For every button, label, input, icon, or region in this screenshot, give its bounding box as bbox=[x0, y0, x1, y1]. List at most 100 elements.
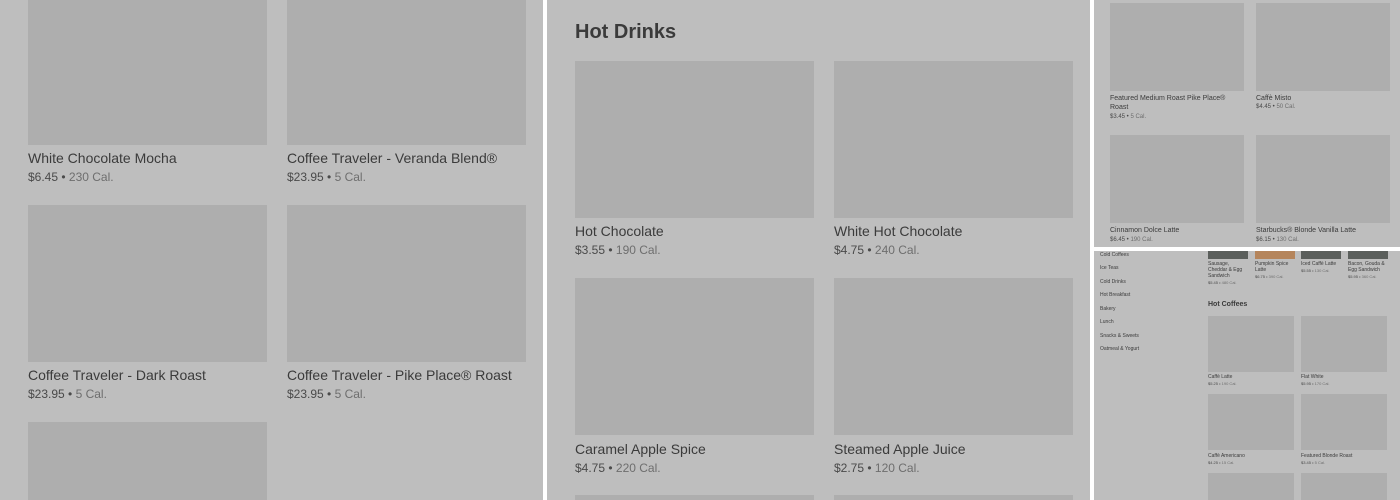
product-meta: $23.95 • 5 Cal. bbox=[287, 170, 366, 184]
product-calories: 5 Cal. bbox=[1130, 114, 1147, 120]
product-name[interactable]: Caffè Latte bbox=[1208, 374, 1294, 380]
product-image-dark-roast[interactable] bbox=[28, 205, 267, 362]
section-title: Hot Coffees bbox=[1208, 301, 1248, 308]
product-meta: $5.55 • 130 Cal. bbox=[1301, 268, 1330, 273]
product-price: $23.95 bbox=[287, 387, 324, 401]
product-price: $5.95 bbox=[1348, 274, 1359, 279]
product-meta: $5.95 • 170 Cal. bbox=[1301, 381, 1330, 386]
product-price: $6.45 bbox=[1110, 237, 1126, 243]
product-calories: 170 Cal. bbox=[1314, 381, 1330, 386]
nav-item-bakery[interactable]: Bakery bbox=[1100, 306, 1116, 312]
nav-item-lunch[interactable]: Lunch bbox=[1100, 319, 1114, 325]
product-meta: $23.95 • 5 Cal. bbox=[287, 387, 366, 401]
product-meta: $6.75 • 390 Cal. bbox=[1255, 274, 1284, 279]
product-price: $6.75 bbox=[1255, 274, 1266, 279]
product-name[interactable]: Sausage, Cheddar & Egg Sandwich bbox=[1208, 261, 1248, 279]
product-name[interactable]: Caffè Misto bbox=[1256, 94, 1390, 103]
product-name[interactable]: Coffee Traveler - Pike Place® Roast bbox=[287, 367, 512, 383]
product-meta: $3.55 • 190 Cal. bbox=[575, 243, 661, 257]
product-calories: 120 Cal. bbox=[874, 461, 920, 475]
product-image-pumpkin-spice-latte[interactable] bbox=[1255, 251, 1295, 259]
product-meta: $2.75 • 120 Cal. bbox=[834, 461, 920, 475]
product-price: $6.45 bbox=[28, 170, 59, 184]
nav-item-cold-drinks[interactable]: Cold Drinks bbox=[1100, 279, 1126, 285]
product-calories: 190 Cal. bbox=[615, 243, 661, 257]
product-name[interactable]: Featured Blonde Roast bbox=[1301, 453, 1387, 459]
product-meta: $4.45 • 50 Cal. bbox=[1256, 104, 1296, 110]
product-image-partial[interactable] bbox=[28, 422, 267, 500]
menu-panel-bottom-right: Cold Coffees Ice Teas Cold Drinks Hot Br… bbox=[1094, 251, 1400, 500]
product-meta: $5.25 • 190 Cal. bbox=[1208, 381, 1237, 386]
product-name[interactable]: Pumpkin Spice Latte bbox=[1255, 261, 1295, 273]
product-meta: $6.45 • 190 Cal. bbox=[1110, 237, 1153, 243]
product-name[interactable]: Hot Chocolate bbox=[575, 223, 664, 239]
product-name[interactable]: Caramel Apple Spice bbox=[575, 441, 706, 457]
product-price: $4.75 bbox=[834, 243, 865, 257]
nav-item-hot-breakfast[interactable]: Hot Breakfast bbox=[1100, 292, 1130, 298]
product-name[interactable]: Steamed Apple Juice bbox=[834, 441, 966, 457]
product-name[interactable]: White Chocolate Mocha bbox=[28, 150, 177, 166]
product-calories: 15 Cal. bbox=[1221, 460, 1235, 465]
product-calories: 5 Cal. bbox=[334, 170, 366, 184]
product-image-cinnamon-dolce-latte[interactable] bbox=[1110, 135, 1244, 223]
product-name[interactable]: White Hot Chocolate bbox=[834, 223, 962, 239]
section-title: Hot Drinks bbox=[575, 21, 677, 43]
product-image-pike-place-roast[interactable] bbox=[287, 205, 526, 362]
product-image-partial[interactable] bbox=[1208, 473, 1294, 500]
product-image-partial[interactable] bbox=[834, 495, 1073, 500]
product-meta: $4.25 • 15 Cal. bbox=[1208, 460, 1235, 465]
product-name[interactable]: Cinnamon Dolce Latte bbox=[1110, 226, 1244, 235]
product-calories: 390 Cal. bbox=[1268, 274, 1284, 279]
product-price: $5.95 bbox=[1301, 381, 1312, 386]
product-price: $3.45 bbox=[1110, 114, 1126, 120]
product-calories: 190 Cal. bbox=[1130, 237, 1153, 243]
product-image-caffe-americano[interactable] bbox=[1208, 394, 1294, 450]
product-price: $5.45 bbox=[1208, 280, 1219, 285]
nav-item-cold-coffees[interactable]: Cold Coffees bbox=[1100, 252, 1129, 258]
product-image-iced-caffe-latte[interactable] bbox=[1301, 251, 1341, 259]
product-calories: 480 Cal. bbox=[1221, 280, 1237, 285]
menu-panel-top-right: Featured Medium Roast Pike Place® Roast … bbox=[1094, 0, 1400, 247]
product-calories: 360 Cal. bbox=[1361, 274, 1377, 279]
product-image-sausage-sandwich[interactable] bbox=[1208, 251, 1248, 259]
product-image-caffe-latte[interactable] bbox=[1208, 316, 1294, 372]
product-name[interactable]: Iced Caffè Latte bbox=[1301, 261, 1341, 267]
product-image-caffe-misto[interactable] bbox=[1256, 3, 1390, 91]
product-meta: $3.45 • 5 Cal. bbox=[1110, 114, 1147, 120]
product-image-white-chocolate-mocha[interactable] bbox=[28, 0, 267, 145]
product-image-pike-place[interactable] bbox=[1110, 3, 1244, 91]
product-name[interactable]: Starbucks® Blonde Vanilla Latte bbox=[1256, 226, 1390, 235]
product-name[interactable]: Coffee Traveler - Dark Roast bbox=[28, 367, 206, 383]
product-calories: 5 Cal. bbox=[1314, 460, 1326, 465]
product-image-featured-blonde-roast[interactable] bbox=[1301, 394, 1387, 450]
product-name[interactable]: Featured Medium Roast Pike Place® Roast bbox=[1110, 94, 1244, 112]
product-image-blonde-vanilla-latte[interactable] bbox=[1256, 135, 1390, 223]
product-meta: $5.95 • 360 Cal. bbox=[1348, 274, 1377, 279]
product-meta: $5.45 • 480 Cal. bbox=[1208, 280, 1237, 285]
product-name[interactable]: Bacon, Gouda & Egg Sandwich bbox=[1348, 261, 1388, 273]
product-meta: $4.75 • 220 Cal. bbox=[575, 461, 661, 475]
nav-item-oatmeal-yogurt[interactable]: Oatmeal & Yogurt bbox=[1100, 346, 1139, 352]
product-name[interactable]: Coffee Traveler - Veranda Blend® bbox=[287, 150, 497, 166]
product-image-partial[interactable] bbox=[1301, 473, 1387, 500]
nav-item-snacks-sweets[interactable]: Snacks & Sweets bbox=[1100, 333, 1139, 339]
product-price: $6.15 bbox=[1256, 237, 1272, 243]
product-calories: 5 Cal. bbox=[75, 387, 107, 401]
product-image-hot-chocolate[interactable] bbox=[575, 61, 814, 218]
product-name[interactable]: Caffè Americano bbox=[1208, 453, 1294, 459]
product-image-partial[interactable] bbox=[575, 495, 814, 500]
product-image-white-hot-chocolate[interactable] bbox=[834, 61, 1073, 218]
product-price: $4.45 bbox=[1256, 104, 1272, 110]
menu-panel-middle: Hot Drinks Hot Chocolate $3.55 • 190 Cal… bbox=[547, 0, 1090, 500]
product-image-flat-white[interactable] bbox=[1301, 316, 1387, 372]
product-image-bacon-gouda-sandwich[interactable] bbox=[1348, 251, 1388, 259]
product-image-veranda-blend[interactable] bbox=[287, 0, 526, 145]
product-meta: $3.45 • 5 Cal. bbox=[1301, 460, 1326, 465]
nav-item-ice-teas[interactable]: Ice Teas bbox=[1100, 265, 1119, 271]
product-image-steamed-apple-juice[interactable] bbox=[834, 278, 1073, 435]
product-calories: 5 Cal. bbox=[334, 387, 366, 401]
product-image-caramel-apple-spice[interactable] bbox=[575, 278, 814, 435]
product-price: $5.25 bbox=[1208, 381, 1219, 386]
product-name[interactable]: Flat White bbox=[1301, 374, 1387, 380]
product-price: $4.75 bbox=[575, 461, 606, 475]
